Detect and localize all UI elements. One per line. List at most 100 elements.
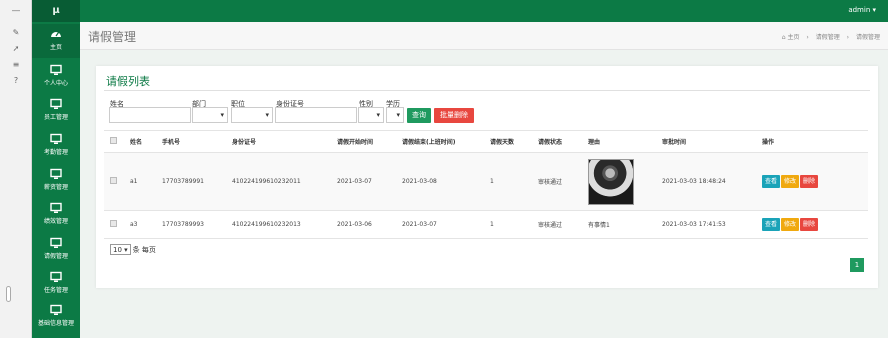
gender-select[interactable] [358,107,384,123]
id-number-input[interactable] [275,107,357,123]
collapse-icon[interactable]: ― [10,6,22,16]
dept-select[interactable] [192,107,228,123]
view-button[interactable]: 查看 [762,175,781,188]
sidebar-item-label: 基础信息管理 [37,320,74,327]
sidebar-item-label: 薪资管理 [43,184,68,191]
education-select[interactable] [386,107,404,123]
edit-button[interactable]: 修改 [781,175,800,188]
cell-name: a1 [124,152,156,211]
cell-name: a3 [124,210,156,239]
breadcrumb-item-current: 请假管理 [855,34,880,41]
sidebar-item-tasks[interactable]: 任务管理 [32,267,80,301]
column-header: 请假结束(上班时间) [396,130,484,153]
column-header: 请假状态 [532,130,582,153]
column-header: 姓名 [124,130,156,153]
select-all-cell[interactable] [104,130,124,153]
position-select[interactable] [231,107,273,123]
sidebar-item-profile[interactable]: 个人中心 [32,60,80,94]
table-row: a3 17703789993 410224199610232013 2021-0… [104,210,868,239]
column-header: 审批时间 [656,130,756,153]
column-header: 请假开始时间 [331,130,396,153]
breadcrumb-item[interactable]: 请假管理 [816,34,840,41]
cursor-icon[interactable]: ➚ [10,44,22,54]
table-row: a1 17703789991 410224199610232011 2021-0… [104,152,868,211]
monitor-icon [50,98,62,109]
sidebar-item-attendance[interactable]: 考勤管理 [32,129,80,163]
breadcrumb-separator: › [846,34,850,41]
page-size-select[interactable]: 10 ▾ [110,244,131,255]
column-header: 操作 [756,130,868,153]
top-header: admin ▾ [80,0,888,22]
monitor-icon [50,64,62,75]
cell-id-number: 410224199610232011 [226,152,331,211]
leave-list-panel: 请假列表 姓名 部门 职位 身份证号 性别 学历 查询 批量删除 姓名 手机号 … [96,66,878,288]
monitor-icon [50,271,62,282]
sidebar-item-home[interactable]: 主页 [32,24,80,58]
cell-approved-time: 2021-03-03 18:48:24 [656,152,756,211]
reason-photo[interactable] [588,158,634,205]
sidebar-item-employees[interactable]: 员工管理 [32,94,80,128]
column-header: 理由 [582,130,656,153]
sidebar-item-label: 请假管理 [43,253,68,260]
chevron-down-icon: ▾ [124,246,128,254]
cell-phone: 17703789993 [156,210,226,239]
monitor-icon [50,202,62,213]
cell-reason [582,152,656,211]
sidebar-item-label: 个人中心 [43,80,68,87]
search-button[interactable]: 查询 [407,108,431,123]
user-menu[interactable]: admin ▾ [848,6,876,14]
page-title: 请假管理 [88,30,137,44]
sidebar-item-label: 任务管理 [43,287,68,294]
view-button[interactable]: 查看 [762,218,781,231]
row-checkbox[interactable] [110,177,117,184]
cell-approved-time: 2021-03-03 17:41:53 [656,210,756,239]
page-size-suffix: 条 每页 [132,246,156,254]
sidebar-item-performance[interactable]: 绩效管理 [32,198,80,232]
column-header: 身份证号 [226,130,331,153]
monitor-icon [50,133,62,144]
sidebar-item-label: 考勤管理 [43,149,68,156]
pencil-icon[interactable]: ✎ [10,28,22,38]
table-header-row: 姓名 手机号 身份证号 请假开始时间 请假结束(上班时间) 请假天数 请假状态 … [104,130,868,153]
cell-reason: 有事情1 [582,210,656,239]
sidebar-item-label: 主页 [49,44,62,51]
divider [104,90,870,91]
pagination-current-page[interactable]: 1 [850,258,864,272]
sidebar-item-salary[interactable]: 薪资管理 [32,164,80,198]
row-checkbox[interactable] [110,220,117,227]
breadcrumb-item-home[interactable]: 主页 [787,34,799,41]
select-all-checkbox[interactable] [110,137,117,144]
column-header: 手机号 [156,130,226,153]
dashboard-icon [51,32,61,37]
sliders-icon[interactable]: ≡ [10,60,22,70]
monitor-icon [50,168,62,179]
sidebar-item-label: 员工管理 [43,114,68,121]
cell-days: 1 [484,152,532,211]
delete-button[interactable]: 删除 [800,218,819,231]
panel-title: 请假列表 [106,75,150,88]
cell-actions: 查看 修改 删除 [756,152,868,211]
name-input[interactable] [109,107,191,123]
delete-button[interactable]: 删除 [800,175,819,188]
page-size-control: 10 ▾ 条 每页 [110,244,156,255]
monitor-icon [50,237,62,248]
edit-button[interactable]: 修改 [781,218,800,231]
cell-start: 2021-03-06 [331,210,396,239]
page-title-bar: 请假管理 ⌂ 主页 › 请假管理 › 请假管理 [80,22,888,50]
cell-phone: 17703789991 [156,152,226,211]
home-icon: ⌂ [781,34,786,41]
help-icon[interactable]: ? [10,76,22,86]
scrollbar[interactable] [6,286,11,302]
sidebar-item-leave[interactable]: 请假管理 [32,233,80,267]
cell-end: 2021-03-07 [396,210,484,239]
breadcrumb: ⌂ 主页 › 请假管理 › 请假管理 [782,32,880,41]
cell-actions: 查看 修改 删除 [756,210,868,239]
page-size-value: 10 [113,246,122,254]
cell-status: 审核通过 [532,152,582,211]
leave-table: 姓名 手机号 身份证号 请假开始时间 请假结束(上班时间) 请假天数 请假状态 … [104,130,868,239]
cell-days: 1 [484,210,532,239]
column-header: 请假天数 [484,130,532,153]
batch-delete-button[interactable]: 批量删除 [434,108,474,123]
sidebar: μ 主页 个人中心 员工管理 考勤管理 薪资管理 绩效管理 请假管理 任务管理 … [32,0,80,338]
sidebar-item-basic-info[interactable]: 基础信息管理 [32,300,80,334]
